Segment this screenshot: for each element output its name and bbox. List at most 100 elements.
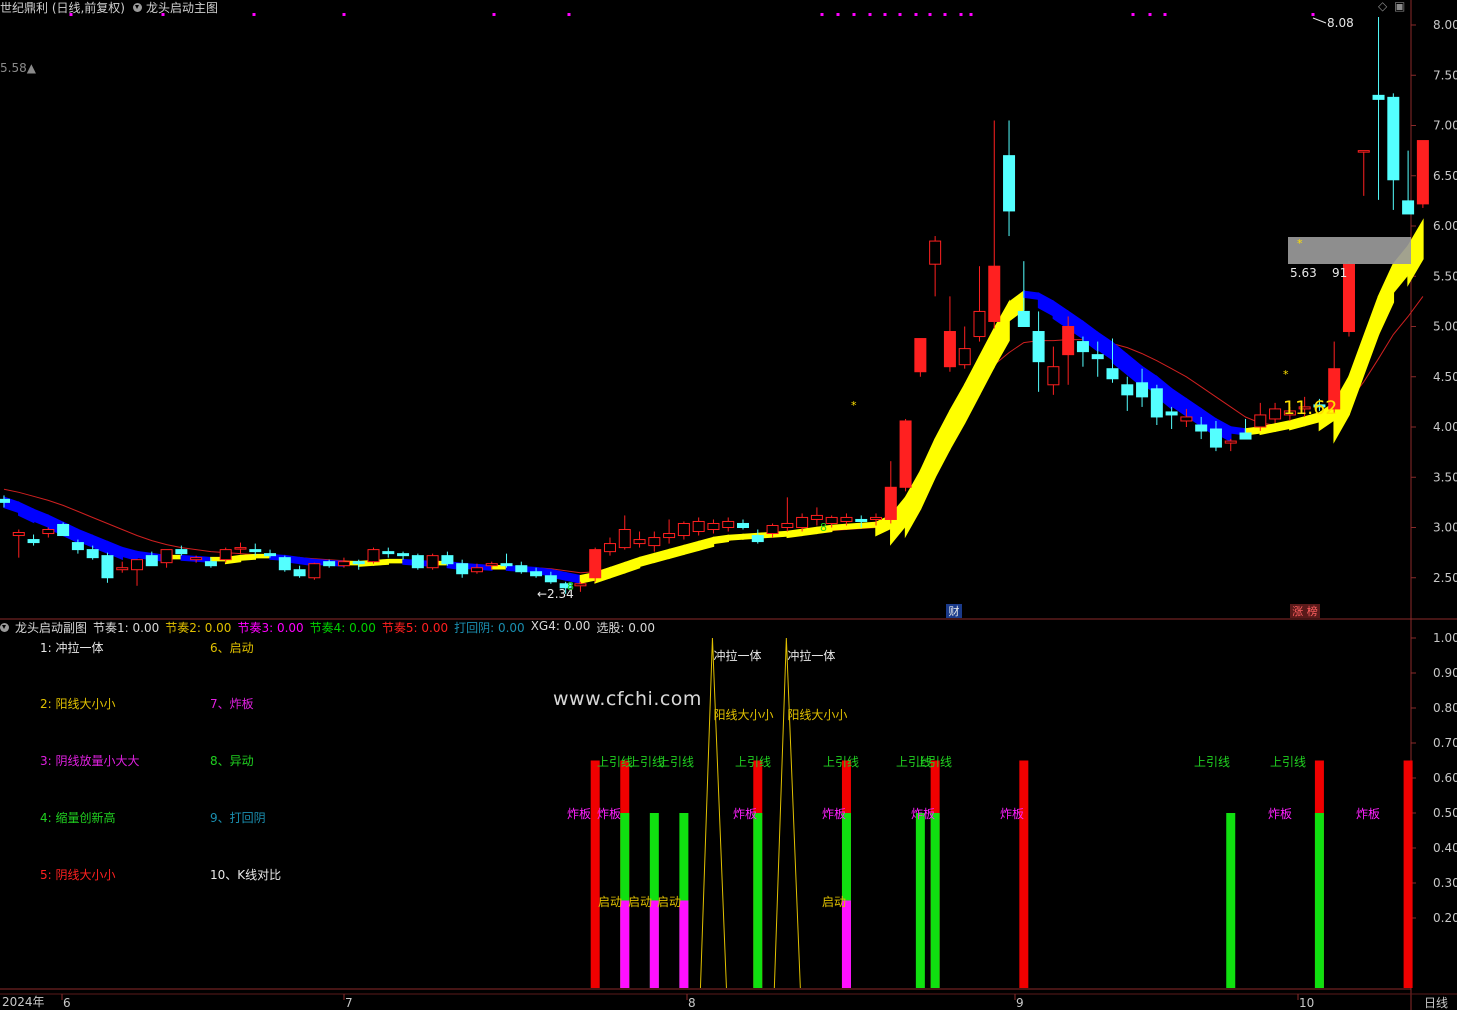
candle-up	[870, 516, 883, 520]
kline-chart-canvas[interactable]: 8.00 7.50 7.00 6.50 6.00 5.50 5.00 4.50 4.00 3.50…	[0, 0, 1457, 1010]
ribbon-yellow-segment	[1274, 420, 1291, 433]
candle-down	[530, 571, 543, 577]
price-tick-label: 7.00	[1433, 119, 1457, 133]
sub-tick-label: 1.00	[1433, 631, 1457, 645]
sub-shangyinxian-label: 上引线	[735, 755, 771, 769]
price-tick-label: 4.50	[1433, 370, 1457, 384]
sub-bar-magenta	[620, 900, 630, 988]
sub-value-item: 节奏4: 0.00	[309, 620, 376, 635]
candle-up	[810, 514, 823, 520]
event-dot	[1163, 13, 1167, 16]
event-dot	[914, 13, 918, 16]
dropdown-circle-icon[interactable]	[133, 2, 142, 12]
price-tick-label: 5.50	[1433, 269, 1457, 283]
candle-up	[219, 549, 232, 561]
sub-chart-header: 龙头启动副图 节奏1: 0.00 节奏2: 0.00 节奏3: 0.00 节奏4: 0…	[0, 619, 655, 636]
candle-up	[190, 557, 203, 561]
candle-down	[1239, 432, 1252, 440]
sub-spike	[773, 637, 801, 989]
candle-down	[456, 563, 469, 575]
ribbon-yellow-segment	[801, 526, 818, 537]
candle-up	[131, 559, 144, 571]
month-label: 10	[1299, 996, 1314, 1010]
sub-spike-label: 冲拉一体	[787, 648, 835, 663]
sub-zhaban-label: 炸板	[1356, 807, 1380, 821]
indicator-name[interactable]: 龙头启动主图	[146, 0, 218, 16]
sub-value-item: 选股: 0.00	[596, 620, 655, 635]
event-dot	[252, 13, 256, 16]
candle-up	[1047, 366, 1060, 386]
ribbon-blue-segment	[1023, 290, 1040, 300]
candle-up	[781, 522, 794, 528]
sub-yangxian-label: 阳线大小小	[787, 708, 847, 722]
ribbon-blue-segment	[1037, 292, 1055, 317]
event-dot	[883, 13, 887, 16]
limit-marker: 涨 榜	[1292, 604, 1318, 618]
sub-value-item: 节奏5: 0.00	[381, 620, 449, 635]
high-price-label: 8.08	[1327, 16, 1354, 30]
candle-down	[204, 561, 217, 567]
candle-up	[1062, 326, 1075, 356]
sub-tick-label: 0.20	[1433, 911, 1457, 925]
candle-down	[145, 555, 158, 567]
sub-shangyinxian-label: 上引线	[1270, 755, 1306, 769]
sub-zhaban-label: 炸板	[822, 807, 846, 821]
sub-bar-magenta	[841, 900, 851, 988]
event-dot	[1131, 13, 1135, 16]
event-dot	[567, 13, 571, 16]
finance-marker: 财	[949, 604, 960, 618]
candle-down	[382, 551, 395, 555]
candle-up	[943, 331, 956, 368]
ribbon-yellow-segment	[609, 561, 626, 579]
sub-value-item: 节奏1: 0.00	[93, 620, 160, 635]
ribbon-yellow-segment	[860, 521, 877, 529]
candle-down	[1150, 388, 1163, 418]
candle-down	[1402, 200, 1415, 215]
candle-up	[426, 555, 439, 569]
ribbon-yellow-segment	[653, 548, 670, 564]
candle-down	[515, 565, 528, 573]
candle-down	[1121, 384, 1134, 396]
sub-bar-red	[590, 760, 600, 988]
ribbon-yellow-segment	[1348, 336, 1365, 416]
candle-up	[633, 539, 646, 545]
ribbon-yellow-segment	[683, 540, 700, 556]
ribbon-yellow-segment	[387, 558, 404, 564]
sub-tick-label: 0.60	[1433, 771, 1457, 785]
legend-item: 1: 冲拉一体	[40, 641, 104, 655]
candle-up	[574, 583, 587, 587]
price-tick-label: 6.50	[1433, 169, 1457, 183]
box-label-left: 5.63	[1290, 266, 1317, 280]
month-label: 8	[688, 996, 696, 1010]
sub-zhaban-label: 炸板	[1000, 807, 1024, 821]
period-label: 日线	[1424, 996, 1448, 1010]
sub-title[interactable]: 龙头启动副图	[15, 619, 87, 636]
price-tick-label: 8.00	[1433, 18, 1457, 32]
dropdown-circle-icon[interactable]	[0, 622, 9, 632]
candle-down	[1209, 428, 1222, 448]
diamond-icon[interactable]: ◇	[1378, 0, 1387, 13]
sub-qidong-label: 启动	[598, 895, 622, 909]
event-dot	[969, 13, 973, 16]
ribbon-yellow-segment	[949, 381, 966, 452]
candle-up	[973, 310, 986, 338]
candle-up	[914, 338, 927, 373]
sub-tick-label: 0.40	[1433, 841, 1457, 855]
legend-item: 2: 阳线大小小	[40, 697, 116, 711]
price-tick-label: 5.00	[1433, 320, 1457, 334]
candle-up	[12, 532, 25, 537]
candle-down	[249, 549, 262, 553]
event-dot	[943, 13, 947, 16]
candle-down	[1165, 411, 1178, 416]
candle-up	[1416, 140, 1429, 205]
candle-down	[264, 553, 277, 557]
window-box-icon[interactable]: ▣	[1394, 0, 1405, 13]
candle-up	[958, 348, 971, 366]
sub-tick-label: 0.30	[1433, 876, 1457, 890]
sub-spike-label: 冲拉一体	[713, 648, 761, 663]
sub-zhaban-label: 炸板	[733, 807, 757, 821]
candle-down	[751, 535, 764, 543]
stock-title[interactable]: 世纪鼎利 (日线,前复权)	[0, 0, 125, 16]
event-dot	[1311, 13, 1315, 16]
event-dot	[959, 13, 963, 16]
